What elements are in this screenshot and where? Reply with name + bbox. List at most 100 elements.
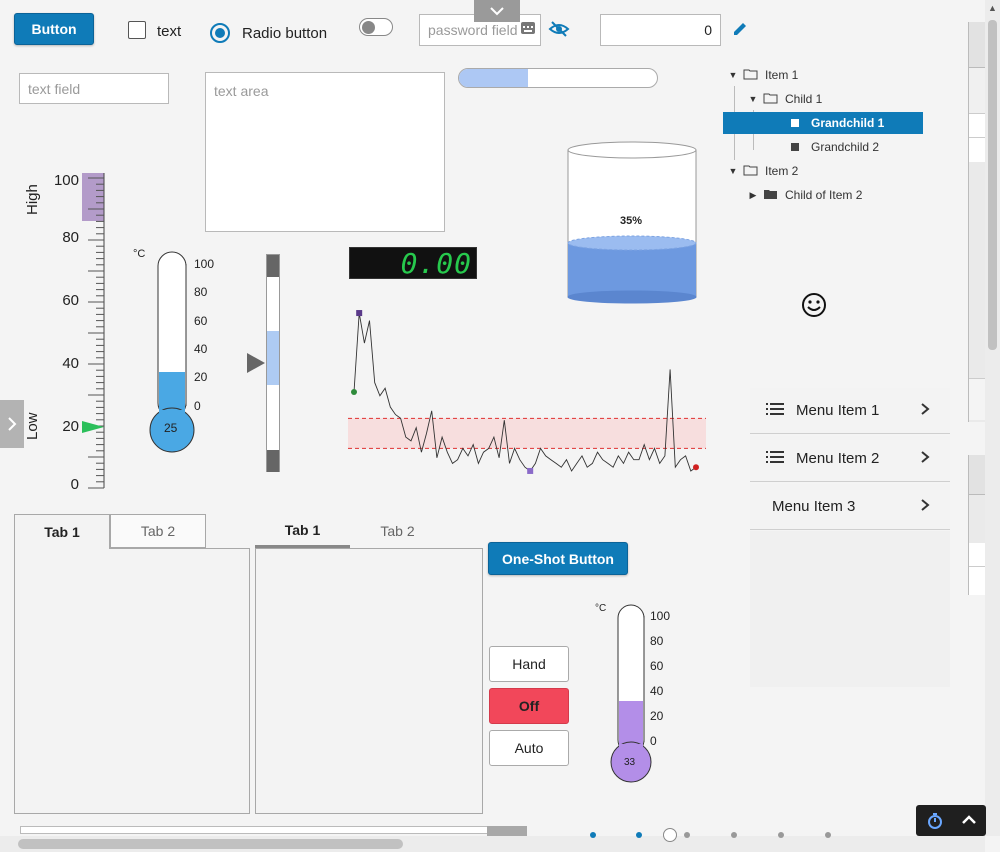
floating-toolbar xyxy=(916,805,986,836)
horizontal-scroll-thumb[interactable] xyxy=(18,839,403,849)
tab-right-panel xyxy=(255,548,483,814)
thermometer2-tick-label: 40 xyxy=(650,684,664,698)
tab-label: Tab 2 xyxy=(380,523,415,539)
caret-right-icon[interactable]: ▶ xyxy=(743,190,763,201)
menu-item-2[interactable]: Menu Item 2 xyxy=(750,436,950,482)
menu-item-label: Menu Item 2 xyxy=(796,450,880,467)
thermometer2-tick-label: 20 xyxy=(650,709,664,723)
tree-item-grandchild-1[interactable]: Grandchild 1 xyxy=(723,112,923,134)
chevron-right-icon xyxy=(920,450,950,468)
tank-percent: 35% xyxy=(620,215,643,227)
tab-right-2[interactable]: Tab 2 xyxy=(350,514,445,548)
folder-open-icon xyxy=(743,164,765,179)
scroll-up-arrow[interactable]: ▲ xyxy=(988,3,997,13)
thermometer1-value: 25 xyxy=(164,421,178,435)
text-field[interactable]: text field xyxy=(19,73,169,104)
gauge-high-label: High xyxy=(24,184,41,215)
sparkline-last-point xyxy=(693,464,699,471)
sparkline-min-point xyxy=(527,467,534,474)
tab-label: Tab 1 xyxy=(44,524,80,540)
tree-item-item-2[interactable]: ▼ Item 2 xyxy=(723,160,923,182)
text-area[interactable]: text area xyxy=(205,72,445,232)
sparkline-chart xyxy=(348,310,706,474)
gauge-pointer[interactable] xyxy=(82,419,104,440)
progress-fill xyxy=(459,69,529,87)
primary-button[interactable]: Button xyxy=(14,13,94,45)
thermometer1-ticks: 100 80 60 40 20 0 xyxy=(194,257,224,417)
vertical-slider[interactable] xyxy=(266,254,280,472)
thermometer1-tick-label: 20 xyxy=(194,370,208,384)
caret-down-icon[interactable]: ▼ xyxy=(723,70,743,80)
dropdown-handle[interactable] xyxy=(474,0,520,22)
menu-item-1[interactable]: Menu Item 1 xyxy=(750,388,950,434)
eye-slash-icon[interactable] xyxy=(548,20,570,43)
tree-view: ▼ Item 1 ▼ Child 1 Grandchild 1 Grandchi… xyxy=(723,64,923,214)
chevron-up-icon[interactable] xyxy=(960,813,978,832)
thermometer2-tick-label: 80 xyxy=(650,634,664,648)
bottom-track xyxy=(20,826,488,834)
thermometer1-tick-label: 80 xyxy=(194,285,208,299)
digital-display-value: 0.00 xyxy=(400,246,472,280)
stopwatch-icon[interactable] xyxy=(926,812,944,835)
gauge-ticks: 100 80 60 40 20 0 xyxy=(53,170,79,495)
tree-item-label: Item 1 xyxy=(765,68,799,82)
thermometer2-value: 33 xyxy=(624,757,636,768)
gauge-tick-label: 20 xyxy=(62,418,79,435)
digital-display: 0.00 xyxy=(349,246,477,280)
menu-item-label: Menu Item 1 xyxy=(796,402,880,419)
thermometer2-tick-label: 0 xyxy=(650,734,657,748)
menu-item-3[interactable]: Menu Item 3 xyxy=(750,484,950,530)
bottom-track-handle[interactable] xyxy=(487,826,527,836)
side-expand-button[interactable] xyxy=(0,400,24,448)
thermometer1-tick-label: 60 xyxy=(194,314,208,328)
off-button[interactable]: Off xyxy=(489,688,569,724)
folder-closed-icon xyxy=(763,188,785,203)
tab-left-2[interactable]: Tab 2 xyxy=(110,514,206,548)
folder-open-icon xyxy=(763,92,785,107)
gauge-low-label: Low xyxy=(24,412,41,440)
list-icon xyxy=(750,402,796,419)
pagination-dots[interactable] xyxy=(588,828,838,842)
tree-item-grandchild-2[interactable]: Grandchild 2 xyxy=(791,136,923,158)
menu-panel-empty xyxy=(750,531,950,687)
keyboard-icon[interactable] xyxy=(521,22,535,34)
caret-down-icon[interactable]: ▼ xyxy=(723,166,743,176)
folder-open-icon xyxy=(743,68,765,83)
slider-range xyxy=(267,331,279,385)
text-area-placeholder: text area xyxy=(214,83,269,99)
gauge-tick-label: 80 xyxy=(62,229,79,246)
tree-item-child-of-item-2[interactable]: ▶ Child of Item 2 xyxy=(743,184,923,206)
slider-pointer[interactable] xyxy=(247,353,265,378)
leaf-square-icon xyxy=(791,119,799,127)
vertical-scrollbar[interactable]: ▲ xyxy=(985,0,1000,836)
hand-label: Hand xyxy=(512,656,546,672)
tab-left-1[interactable]: Tab 1 xyxy=(14,514,110,549)
thermometer2-unit: °C xyxy=(595,603,607,614)
sparkline-max-point xyxy=(356,310,363,317)
toggle-switch[interactable] xyxy=(359,18,393,36)
tree-item-child-1[interactable]: ▼ Child 1 xyxy=(743,88,923,110)
auto-button[interactable]: Auto xyxy=(489,730,569,766)
horizontal-scrollbar[interactable] xyxy=(0,836,985,852)
thermometer2-tick-label: 60 xyxy=(650,659,664,673)
menu-item-label: Menu Item 3 xyxy=(772,498,856,515)
thermometer2-ticks: 100 80 60 40 20 0 xyxy=(650,609,680,754)
chevron-right-icon xyxy=(920,402,950,420)
pencil-icon[interactable] xyxy=(731,20,749,43)
tree-item-item-1[interactable]: ▼ Item 1 xyxy=(723,64,923,86)
one-shot-button[interactable]: One-Shot Button xyxy=(488,542,628,575)
tree-item-label: Child 1 xyxy=(785,92,823,106)
gauge-tick-label: 40 xyxy=(62,355,79,372)
caret-down-icon[interactable]: ▼ xyxy=(743,94,763,104)
checkbox[interactable] xyxy=(128,21,146,39)
thermometer1-tick-label: 100 xyxy=(194,257,215,271)
hand-button[interactable]: Hand xyxy=(489,646,569,682)
radio-button[interactable] xyxy=(210,23,230,43)
tab-label: Tab 1 xyxy=(284,521,321,538)
numeric-field[interactable]: 0 xyxy=(600,14,721,46)
thermometer1-unit: °C xyxy=(133,248,146,260)
checkbox-label: text xyxy=(157,23,182,40)
tab-right-1[interactable]: Tab 1 xyxy=(255,514,350,548)
gauge-tick-label: 100 xyxy=(53,172,79,189)
vertical-scroll-thumb[interactable] xyxy=(988,20,997,350)
